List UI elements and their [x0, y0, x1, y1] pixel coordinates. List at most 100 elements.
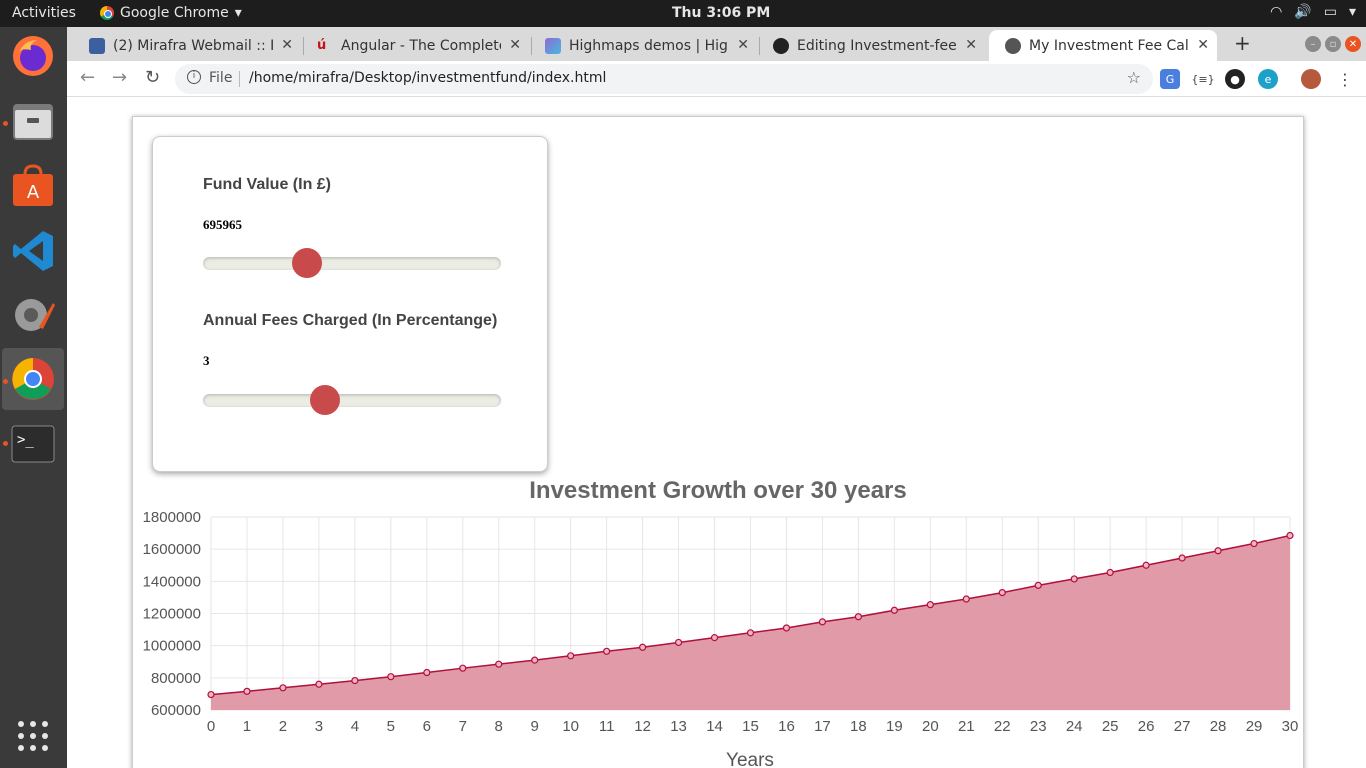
forward-icon[interactable]: →	[112, 67, 127, 88]
close-icon[interactable]: ✕	[737, 37, 749, 53]
show-applications-icon[interactable]	[18, 721, 48, 751]
chart-svg: 600000 800000 1000000 1200000 1400000 1600000…	[143, 509, 1299, 768]
data-point	[243, 687, 251, 695]
data-point	[1070, 575, 1078, 583]
data-point	[279, 684, 287, 692]
url-text[interactable]: /home/mirafra/Desktop/investmentfund/ind…	[249, 70, 606, 86]
tab-title: Editing Investment-fee-c	[797, 37, 957, 54]
tab-title: Angular - The Complete	[341, 37, 501, 54]
data-point	[1178, 554, 1186, 562]
chevron-down-icon: ▾	[234, 5, 242, 21]
menu-icon[interactable]: ⋮	[1335, 69, 1355, 89]
tab-2[interactable]: Highmaps demos | High ✕	[529, 30, 757, 61]
data-point	[315, 680, 323, 688]
software-center-icon[interactable]: A	[10, 163, 56, 209]
new-tab-button[interactable]: +	[1234, 31, 1251, 55]
translate-extension-icon[interactable]: G	[1160, 69, 1180, 89]
terminal-icon[interactable]: >_	[10, 421, 56, 467]
firefox-icon[interactable]	[10, 33, 56, 79]
settings-icon[interactable]	[10, 292, 56, 338]
data-point	[495, 660, 503, 668]
y-tick-label: 1200000	[143, 606, 201, 623]
chrome-icon	[100, 6, 114, 20]
x-tick-label: 4	[351, 718, 359, 735]
x-tick-label: 29	[1246, 718, 1263, 735]
tab-3[interactable]: Editing Investment-fee-c ✕	[757, 30, 985, 61]
x-tick-label: 22	[994, 718, 1011, 735]
clock[interactable]: Thu 3:06 PM	[672, 5, 770, 21]
dock: A >_	[0, 27, 67, 768]
extension-icon[interactable]: e	[1258, 69, 1278, 89]
x-tick-label: 0	[207, 718, 215, 735]
maximize-icon[interactable]: ▫	[1325, 36, 1341, 52]
data-point	[603, 647, 611, 655]
ninja-extension-icon[interactable]: ●	[1225, 69, 1245, 89]
chrome-dock-item[interactable]	[2, 348, 64, 410]
x-tick-label: 10	[562, 718, 579, 735]
bookmark-star-icon[interactable]: ☆	[1127, 68, 1141, 87]
slider-thumb[interactable]	[292, 248, 323, 278]
data-point	[782, 624, 791, 632]
fund-value-slider[interactable]	[203, 248, 501, 278]
x-tick-label: 20	[922, 718, 939, 735]
y-tick-label: 600000	[151, 702, 201, 719]
annual-fees-slider[interactable]	[203, 385, 501, 415]
close-icon[interactable]: ✕	[281, 37, 293, 53]
wifi-icon: ◠	[1270, 4, 1283, 20]
data-point	[351, 676, 359, 685]
files-icon[interactable]	[10, 99, 56, 145]
x-tick-label: 11	[599, 718, 615, 735]
highcharts-icon	[545, 37, 561, 54]
data-point	[890, 606, 898, 614]
x-tick-label: 17	[814, 718, 831, 735]
back-icon[interactable]: ←	[80, 67, 95, 88]
tab-0[interactable]: (2) Mirafra Webmail :: In ✕	[73, 30, 301, 61]
vscode-icon[interactable]	[10, 228, 56, 274]
close-icon[interactable]: ✕	[965, 37, 977, 53]
x-tick-label: 9	[531, 718, 539, 735]
slider-thumb[interactable]	[310, 385, 341, 415]
reload-icon[interactable]: ↻	[145, 67, 160, 88]
data-point	[1142, 561, 1150, 569]
data-point	[567, 652, 575, 660]
system-top-bar: Activities Google Chrome ▾ Thu 3:06 PM ◠…	[0, 0, 1366, 27]
app-menu[interactable]: Google Chrome ▾	[100, 5, 242, 21]
tab-1[interactable]: ú Angular - The Complete ✕	[301, 30, 529, 61]
activities-button[interactable]: Activities	[12, 5, 76, 21]
close-icon[interactable]: ✕	[509, 37, 521, 53]
tab-title: Highmaps demos | High	[569, 37, 729, 54]
x-tick-label: 8	[495, 718, 503, 735]
data-point	[854, 613, 863, 621]
address-bar[interactable]: i File /home/mirafra/Desktop/investmentf…	[175, 64, 1153, 94]
svg-text:>_: >_	[17, 432, 34, 448]
data-point	[818, 618, 827, 626]
system-tray[interactable]: ◠ 🔊 ▭ ▾	[1270, 4, 1356, 20]
tab-strip: (2) Mirafra Webmail :: In ✕ ú Angular - …	[67, 27, 1366, 61]
x-tick-label: 25	[1102, 718, 1119, 735]
close-icon[interactable]: ✕	[1197, 37, 1209, 53]
tab-title: My Investment Fee Calcu	[1029, 37, 1189, 54]
tab-active[interactable]: My Investment Fee Calcu ✕	[989, 30, 1217, 61]
x-tick-label: 3	[315, 718, 323, 735]
json-extension-icon[interactable]: {≡}	[1191, 69, 1214, 89]
close-window-icon[interactable]: ✕	[1345, 36, 1361, 52]
info-icon[interactable]: i	[187, 70, 201, 84]
x-tick-label: 7	[459, 718, 467, 735]
avatar[interactable]	[1301, 69, 1321, 89]
browser-toolbar: ← → ↻ i File /home/mirafra/Desktop/inves…	[67, 61, 1366, 97]
y-tick-label: 1800000	[143, 509, 201, 526]
minimize-icon[interactable]: –	[1305, 36, 1321, 52]
x-tick-label: 24	[1066, 718, 1083, 735]
annual-fees-readout: 3	[203, 353, 210, 368]
x-tick-label: 26	[1138, 718, 1155, 735]
x-tick-label: 5	[387, 718, 395, 735]
data-point	[998, 588, 1006, 597]
x-tick-label: 18	[850, 718, 867, 735]
github-icon	[773, 37, 789, 54]
app-menu-label: Google Chrome	[120, 5, 229, 21]
data-point	[423, 668, 431, 677]
svg-text:A: A	[27, 182, 40, 203]
running-indicator	[3, 121, 8, 126]
running-indicator	[3, 379, 8, 384]
data-point	[1034, 581, 1042, 589]
